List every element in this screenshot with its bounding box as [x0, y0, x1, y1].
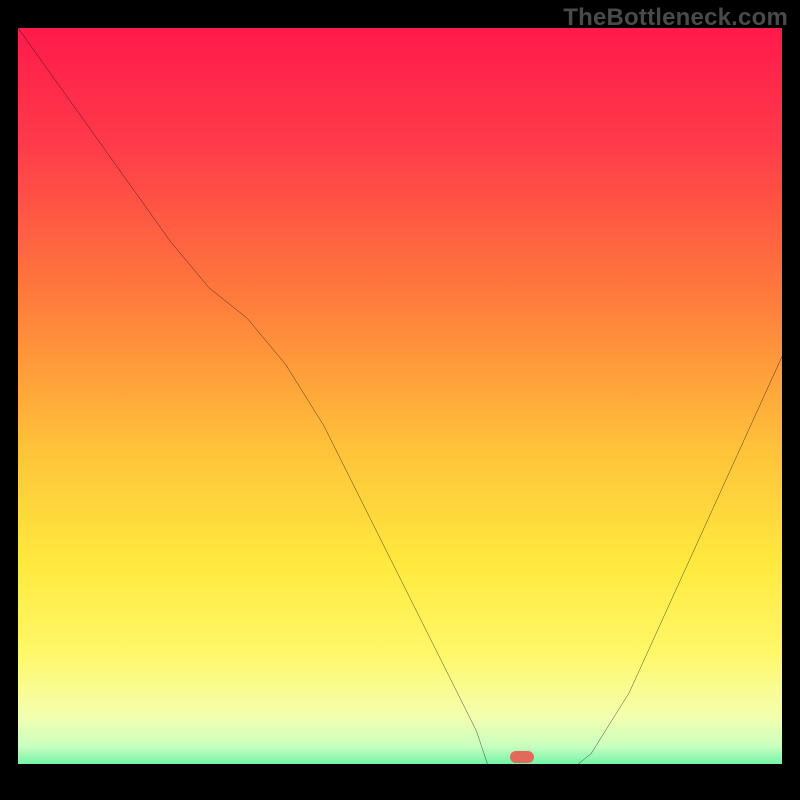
plot-area [18, 28, 782, 764]
optimal-point-marker [510, 751, 534, 763]
bottleneck-curve [18, 28, 782, 764]
chart-frame: TheBottleneck.com [0, 0, 800, 800]
